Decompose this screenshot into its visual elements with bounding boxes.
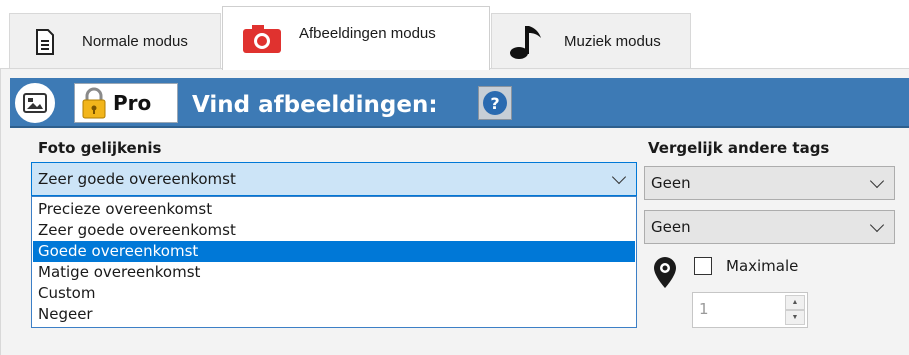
chevron-down-icon	[869, 173, 885, 189]
chevron-down-icon	[869, 217, 885, 233]
dropdown-option[interactable]: Precieze overeenkomst	[33, 199, 635, 220]
chevron-down-icon	[611, 169, 627, 185]
tab-label: Normale modus	[82, 33, 188, 50]
photo-similarity-dropdown: Precieze overeenkomst Zeer goede overeen…	[31, 196, 637, 328]
page-title: Vind afbeeldingen:	[192, 92, 438, 118]
image-icon	[12, 80, 58, 126]
photo-similarity-value: Zeer goede overeenkomst	[38, 170, 236, 188]
dropdown-option[interactable]: Matige overeenkomst	[33, 262, 635, 283]
tab-label: Afbeeldingen modus	[299, 25, 436, 42]
spin-up-button[interactable]: ▲	[785, 295, 805, 310]
dropdown-option[interactable]: Negeer	[33, 304, 635, 325]
compare-tags-label: Vergelijk andere tags	[648, 139, 830, 157]
compare-tags-combobox-1[interactable]: Geen	[644, 166, 895, 200]
help-button[interactable]: ?	[478, 86, 512, 120]
tab-label: Muziek modus	[564, 33, 661, 50]
location-pin-icon	[652, 256, 678, 290]
maximale-checkbox[interactable]	[694, 257, 712, 275]
maximale-label: Maximale	[726, 257, 799, 275]
lock-icon	[81, 87, 107, 119]
music-note-icon	[508, 24, 544, 60]
pro-badge[interactable]: Pro	[74, 83, 178, 123]
compare-tags-value-1: Geen	[651, 174, 691, 192]
document-icon	[34, 28, 56, 56]
photo-similarity-label: Foto gelijkenis	[38, 139, 162, 157]
compare-tags-combobox-2[interactable]: Geen	[644, 210, 895, 244]
tab-afbeeldingen-modus[interactable]: Afbeeldingen modus	[222, 6, 490, 70]
dropdown-option[interactable]: Custom	[33, 283, 635, 304]
photo-similarity-combobox[interactable]: Zeer goede overeenkomst	[31, 162, 637, 196]
tab-muziek-modus[interactable]: Muziek modus	[491, 13, 691, 69]
camera-icon	[241, 23, 283, 55]
dropdown-option[interactable]: Zeer goede overeenkomst	[33, 220, 635, 241]
max-distance-spinbox[interactable]: 1 ▲ ▼	[692, 292, 808, 328]
spin-down-button[interactable]: ▼	[785, 310, 805, 325]
help-icon: ?	[483, 91, 507, 115]
dropdown-option-selected[interactable]: Goede overeenkomst	[33, 241, 635, 262]
compare-tags-value-2: Geen	[651, 218, 691, 236]
spin-buttons: ▲ ▼	[785, 295, 805, 325]
tab-normale-modus[interactable]: Normale modus	[9, 13, 221, 69]
spinbox-value: 1	[699, 300, 709, 318]
pro-label: Pro	[113, 91, 152, 115]
